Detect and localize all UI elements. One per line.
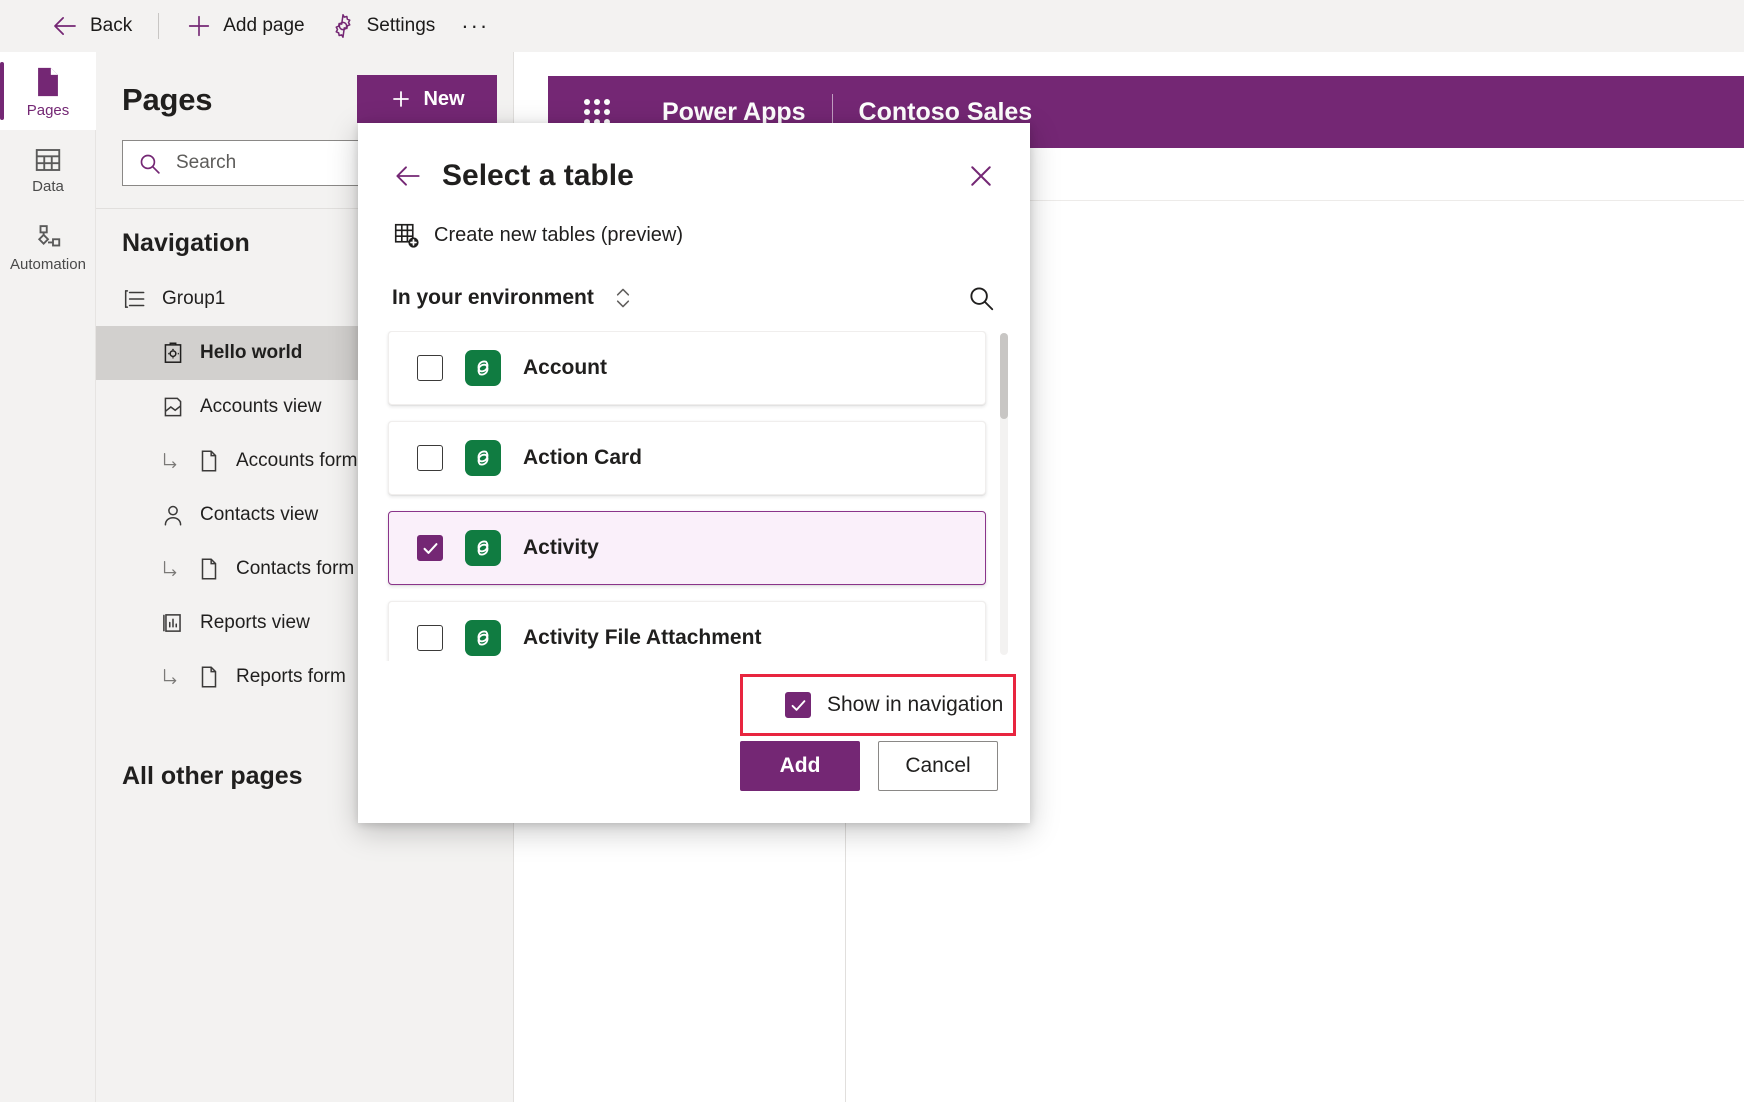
table-list: Account Action Card <box>358 331 1030 661</box>
environment-label: In your environment <box>392 286 594 310</box>
table-name: Activity File Attachment <box>523 626 761 650</box>
dialog-footer: Add Cancel <box>358 741 1030 791</box>
subtree-arrow-icon <box>160 558 182 580</box>
command-bar: Back Add page Settings ··· <box>0 0 1744 52</box>
tree-item-contacts-form-label: Contacts form <box>236 558 354 580</box>
search-placeholder: Search <box>176 152 236 174</box>
sidebar-item-automation-label: Automation <box>10 257 86 272</box>
create-new-tables-link[interactable]: Create new tables (preview) <box>392 221 683 249</box>
dataverse-table-icon <box>465 350 501 386</box>
waffle-icon[interactable] <box>584 99 610 125</box>
back-button[interactable]: Back <box>38 6 144 46</box>
list-scrollbar[interactable] <box>1000 333 1008 655</box>
add-button[interactable]: Add <box>740 741 860 791</box>
show-in-navigation-highlight: Show in navigation <box>740 674 1016 736</box>
sort-icon[interactable] <box>610 283 636 313</box>
sidebar-item-automation[interactable]: Automation <box>0 208 96 286</box>
report-icon <box>160 610 186 636</box>
table-checkbox[interactable] <box>417 445 443 471</box>
show-in-navigation-checkbox[interactable] <box>785 692 811 718</box>
custom-page-icon <box>160 340 186 366</box>
create-new-tables-label: Create new tables (preview) <box>434 224 683 247</box>
contact-icon <box>160 502 186 528</box>
tree-item-accounts-form-label: Accounts form <box>236 450 357 472</box>
dataverse-table-icon <box>465 440 501 476</box>
toolbar-divider <box>158 13 159 39</box>
table-checkbox[interactable] <box>417 535 443 561</box>
table-row-selected[interactable]: Activity <box>388 511 986 585</box>
new-page-button-label: New <box>423 88 464 111</box>
tree-item-hello-world-label: Hello world <box>200 342 302 364</box>
tree-item-group1-label: Group1 <box>162 288 225 310</box>
settings-button[interactable]: Settings <box>317 6 448 46</box>
table-name: Activity <box>523 536 599 560</box>
add-page-label: Add page <box>223 15 304 37</box>
table-checkbox[interactable] <box>417 625 443 651</box>
plus-icon <box>389 87 413 111</box>
table-row[interactable]: Activity File Attachment <box>388 601 986 661</box>
table-checkbox[interactable] <box>417 355 443 381</box>
tree-item-contacts-view-label: Contacts view <box>200 504 318 526</box>
subtree-arrow-icon <box>160 450 182 472</box>
sidebar-item-data[interactable]: Data <box>0 130 96 208</box>
form-icon <box>196 448 222 474</box>
add-page-button[interactable]: Add page <box>173 6 316 46</box>
plus-icon <box>185 12 213 40</box>
dataverse-table-icon <box>465 530 501 566</box>
overflow-menu-button[interactable]: ··· <box>447 6 503 46</box>
cancel-button[interactable]: Cancel <box>878 741 998 791</box>
add-table-icon <box>392 221 420 249</box>
select-table-dialog: Select a table Create new tables (previe… <box>358 123 1030 823</box>
page-icon <box>31 65 65 99</box>
back-arrow-icon[interactable] <box>392 160 424 192</box>
environment-section-header: In your environment <box>392 283 996 313</box>
scrollbar-thumb[interactable] <box>1000 333 1008 419</box>
table-name: Account <box>523 356 607 380</box>
subtree-arrow-icon <box>160 666 182 688</box>
back-label: Back <box>90 15 132 37</box>
tree-item-reports-form-label: Reports form <box>236 666 346 688</box>
view-icon <box>160 394 186 420</box>
dialog-header: Select a table <box>358 123 1030 193</box>
new-page-button[interactable]: New <box>357 75 497 123</box>
table-row[interactable]: Account <box>388 331 986 405</box>
show-in-navigation-label: Show in navigation <box>827 693 1003 717</box>
gear-icon <box>329 12 357 40</box>
table-icon <box>33 145 63 175</box>
form-icon <box>196 664 222 690</box>
table-row[interactable]: Action Card <box>388 421 986 495</box>
app-root: Back Add page Settings ··· <box>0 0 1744 1102</box>
left-rail: Pages Data Automation <box>0 52 96 1102</box>
form-icon <box>196 556 222 582</box>
search-icon[interactable] <box>966 283 996 313</box>
search-icon <box>137 151 162 176</box>
tree-item-reports-view-label: Reports view <box>200 612 310 634</box>
flow-icon <box>33 223 63 253</box>
tree-item-accounts-view-label: Accounts view <box>200 396 321 418</box>
back-arrow-icon <box>50 11 80 41</box>
sidebar-item-pages-label: Pages <box>27 103 70 118</box>
settings-label: Settings <box>367 15 436 37</box>
sidebar-item-pages[interactable]: Pages <box>0 52 96 130</box>
dataverse-table-icon <box>465 620 501 656</box>
group-list-icon <box>122 286 148 312</box>
dialog-title: Select a table <box>442 159 966 193</box>
close-icon[interactable] <box>966 161 996 191</box>
table-name: Action Card <box>523 446 642 470</box>
sidebar-item-data-label: Data <box>32 179 64 194</box>
